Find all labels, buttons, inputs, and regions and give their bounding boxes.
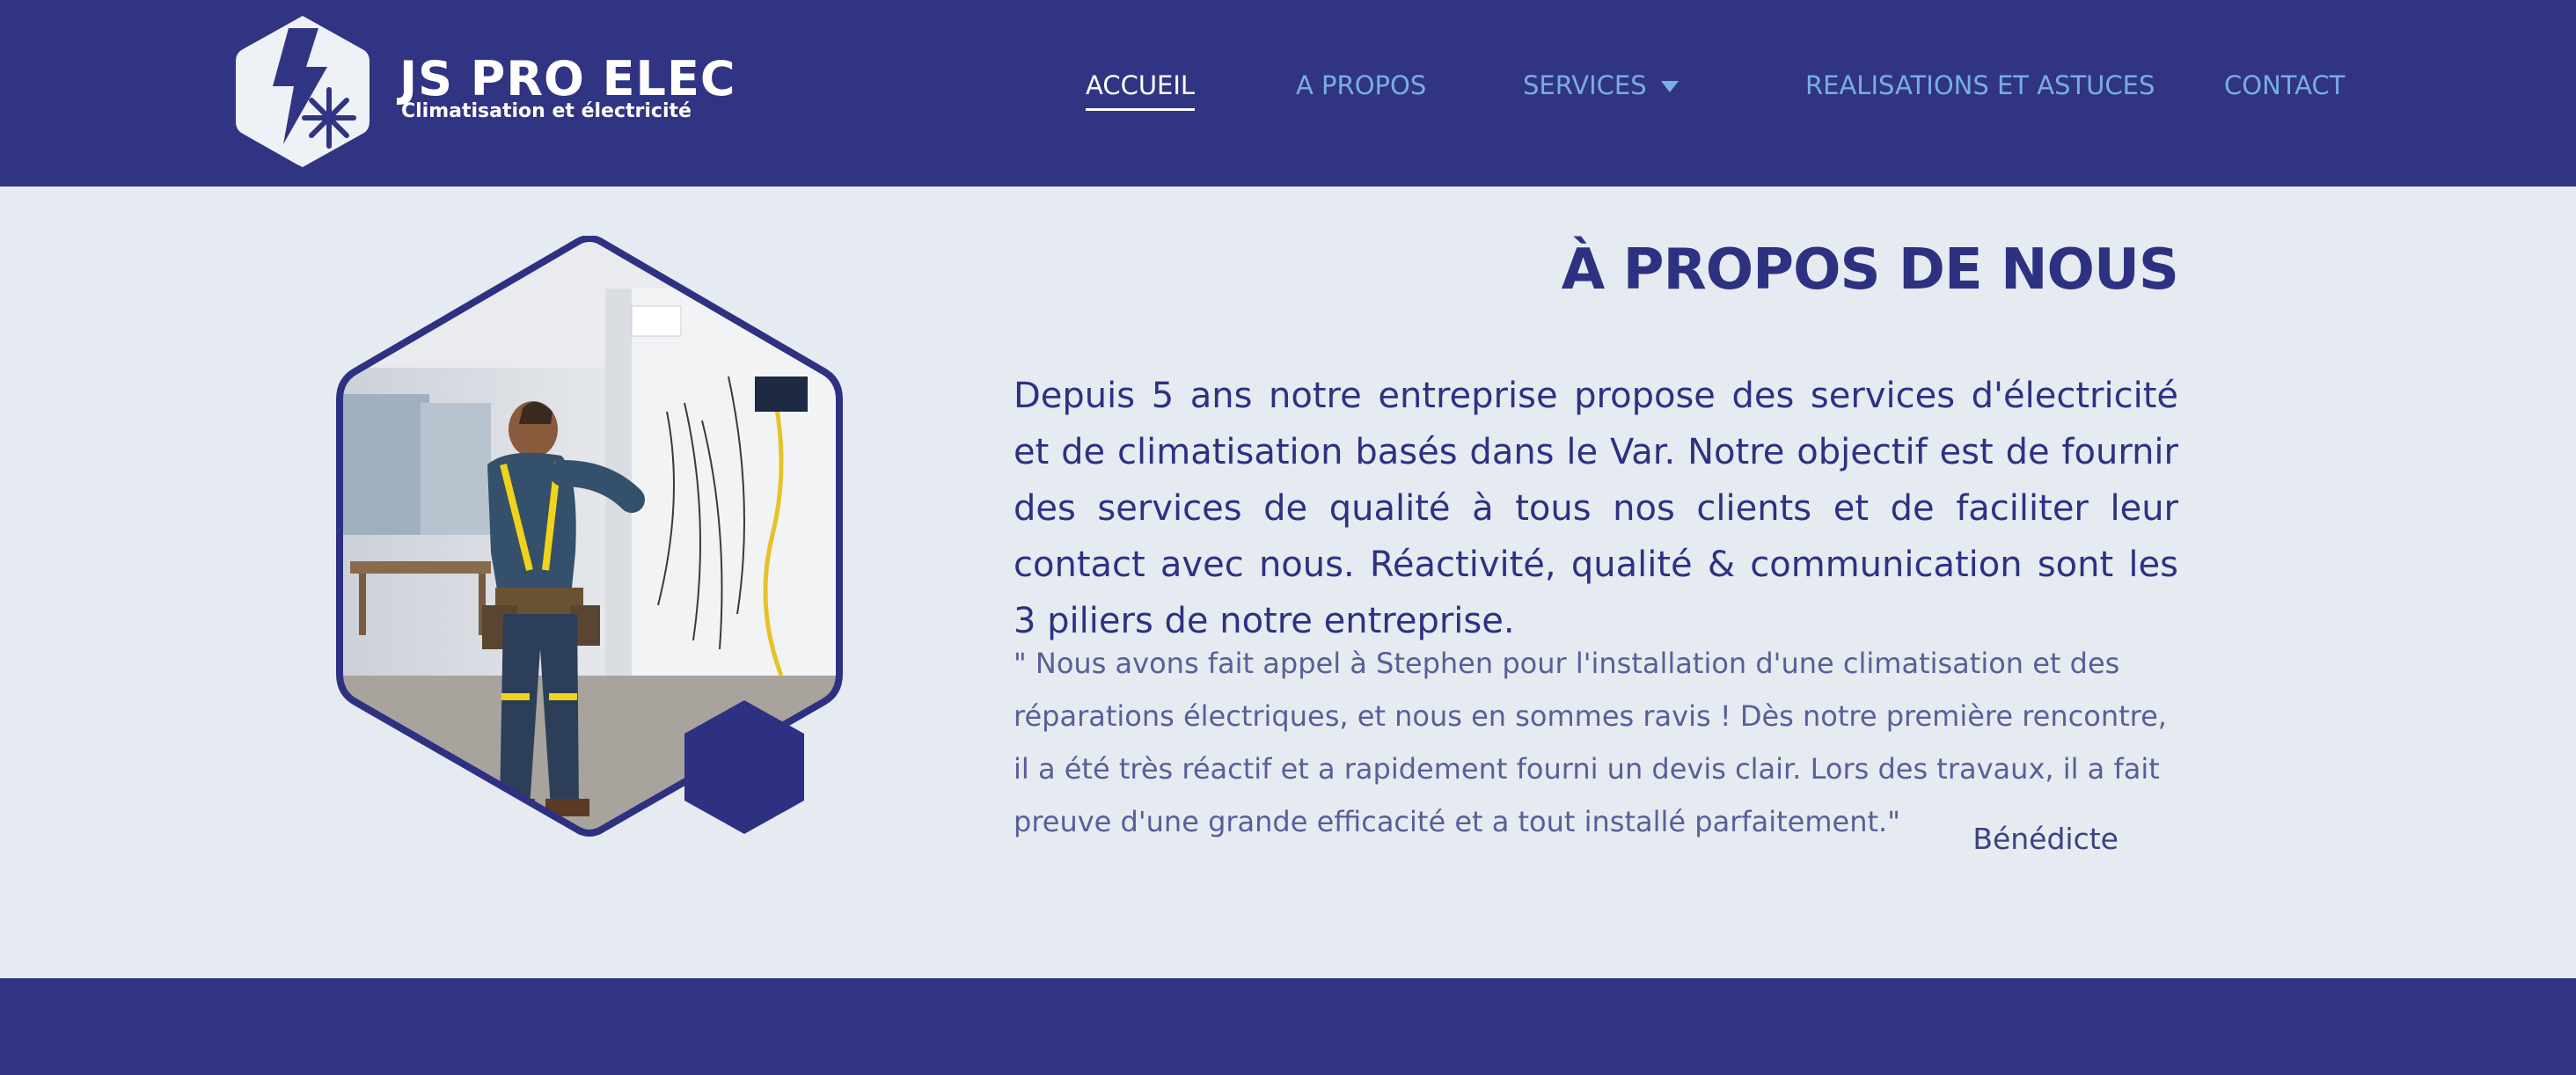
site-header: JS PRO ELEC Climatisation et électricité… — [0, 0, 2576, 186]
brand-tagline: Climatisation et électricité — [401, 100, 692, 122]
site-footer — [0, 978, 2576, 1075]
lightning-snowflake-hexagon-icon — [236, 16, 370, 167]
site-logo[interactable]: JS PRO ELEC Climatisation et électricité — [232, 12, 735, 171]
nav-services[interactable]: SERVICES — [1523, 70, 1647, 100]
nav-a-propos[interactable]: A PROPOS — [1296, 70, 1426, 100]
testimonial-author: Bénédicte — [1972, 822, 2119, 856]
brand-name: JS PRO ELEC — [399, 51, 736, 106]
nav-accueil[interactable]: ACCUEIL — [1086, 70, 1196, 111]
testimonial-text: " Nous avons fait appel à Stephen pour l… — [1014, 647, 2167, 838]
nav-realisations[interactable]: REALISATIONS ET ASTUCES — [1805, 70, 2155, 100]
electrician-hexagon-photo — [336, 236, 843, 837]
page-title: À PROPOS DE NOUS — [1561, 238, 2179, 303]
about-intro: Depuis 5 ans notre entreprise propose de… — [1014, 376, 2178, 641]
caret-down-icon[interactable] — [1661, 81, 1679, 92]
nav-contact[interactable]: CONTACT — [2224, 70, 2345, 100]
